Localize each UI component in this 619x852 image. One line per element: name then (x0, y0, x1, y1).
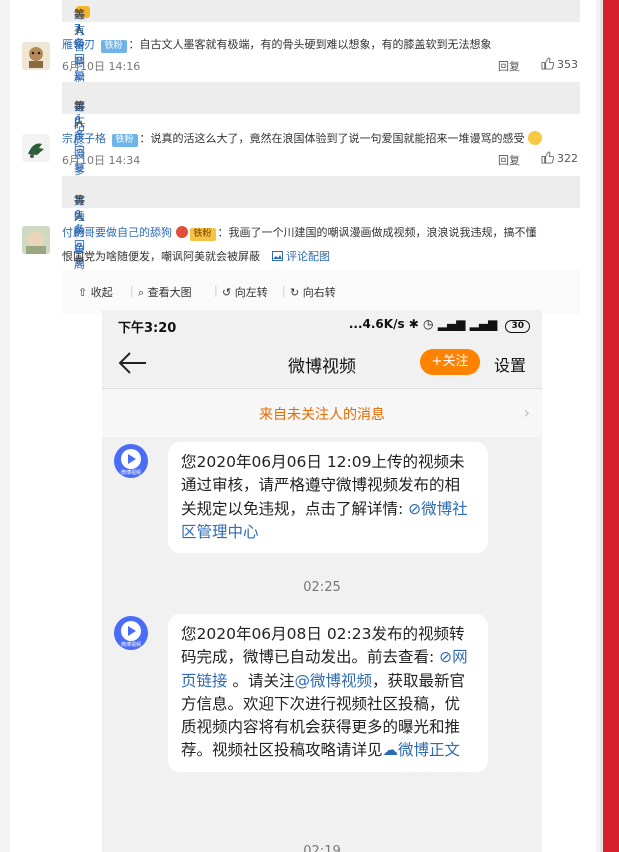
picture-link[interactable]: 评论配图 (271, 250, 330, 263)
status-bar: 下午3:20 ...4.6K/s ✱ ◷ ▂▄▆ ▂▄▆ 30 (102, 310, 542, 340)
thumb-up-icon (541, 57, 555, 70)
status-time: 下午3:20 (118, 321, 177, 336)
picture-link-label[interactable]: 评论配图 (286, 250, 330, 263)
reply-button[interactable]: 回复 (498, 58, 520, 74)
replies-summary[interactable]: 贪睡的鱼周 等人 共6条回复 (62, 176, 580, 271)
comment-author[interactable]: 宗户子格 (62, 132, 106, 145)
comment-text: ：说真的活这么大了，竟然在浪国体验到了说一句爱国就能招来一堆谩骂的感受 (139, 132, 525, 145)
tool-collapse-label: 收起 (90, 286, 113, 299)
comment-body: 付蔚哥要做自己的舔狗 铁粉 ：我画了一个川建国的嘲讽漫画做成视频，浪浪说我违规，搞… (62, 224, 537, 241)
battery-icon: 30 (505, 320, 530, 333)
message-text: 您2020年06月08日 02:23发布的视频转码完成，微博已自动发出。前去查看… (181, 625, 465, 667)
link-icon: ☁ (382, 741, 399, 760)
fan-badge: 铁粉 (111, 134, 138, 147)
toolbar-divider: | (282, 284, 286, 297)
mention-link[interactable]: @微博视频 (294, 672, 372, 690)
rotate-left-icon: ↺ (222, 286, 232, 299)
comment-text: 恨国党为啥随便发，嘲讽阿美就会被屏蔽 (62, 250, 260, 263)
toolbar-divider: | (130, 284, 134, 297)
message-bubble: 您2020年06月06日 12:09上传的视频未通过审核，请严格遵守微博视频发布… (168, 442, 488, 554)
stranger-notice-text: 来自未关注人的消息 (259, 407, 385, 423)
chevron-right-icon: › (523, 403, 530, 422)
comment-date: 6月10日 14:34 (62, 154, 141, 167)
comment-author[interactable]: 雁翎刃 (62, 38, 95, 51)
reply-button[interactable]: 回复 (498, 152, 520, 168)
fan-badge: 铁粉 (189, 228, 216, 241)
weibo-video-avatar[interactable]: 微博视频 (114, 616, 148, 650)
like-count: 322 (557, 152, 578, 165)
comment-date: 6月10日 14:16 (62, 60, 141, 73)
comment-body: 宗户子格 铁粉 ：说真的活这么大了，竟然在浪国体验到了说一句爱国就能招来一堆谩骂的… (62, 130, 543, 147)
weibo-video-avatar[interactable]: 微博视频 (114, 444, 148, 478)
fan-badge: 铁粉 (100, 40, 127, 53)
stranger-notice[interactable]: 来自未关注人的消息 › (102, 389, 542, 437)
magnifier-icon: ⌕ (138, 286, 145, 299)
link-icon: ⊘ (408, 499, 422, 518)
avatar-caption: 微博视频 (120, 470, 141, 476)
tool-rotate-right[interactable]: ↻ 向右转 (290, 284, 336, 300)
signal-icon: ▂▄▆ (469, 317, 498, 331)
follow-button[interactable]: +关注 (420, 349, 480, 375)
avatar-caption: 微博视频 (120, 642, 141, 648)
comment-author[interactable]: 付蔚哥要做自己的舔狗 (62, 226, 172, 239)
message-timestamp: 02:19 (303, 844, 341, 852)
tool-rotate-left-label: 向左转 (234, 286, 268, 299)
message-bubble: 您2020年06月08日 02:23发布的视频转码完成，微博已自动发出。前去查看… (168, 614, 488, 772)
tool-rotate-right-label: 向右转 (302, 286, 336, 299)
viewer-toolbar: ⇧ 收起 | ⌕ 查看大图 | ↺ 向左转 | ↻ 向右转 (62, 270, 580, 314)
play-icon (121, 621, 141, 641)
replies-summary[interactable]: 雷厂厂没爹妈 等人 共6条回复 (62, 82, 580, 193)
message-text: 。请关注 (227, 671, 295, 690)
toolbar-divider: | (214, 284, 218, 297)
tool-view-large[interactable]: ⌕ 查看大图 (138, 284, 192, 300)
image-icon (271, 251, 283, 261)
like-button[interactable]: 322 (541, 151, 578, 165)
smile-emoji-icon (528, 131, 543, 145)
phone-screenshot[interactable]: 下午3:20 ...4.6K/s ✱ ◷ ▂▄▆ ▂▄▆ 30 微博视频 +关注… (102, 310, 542, 852)
settings-button[interactable]: 设置 (494, 352, 526, 376)
message-link[interactable]: 微博正文 (398, 741, 460, 759)
avatar[interactable] (22, 226, 50, 254)
like-count: 353 (557, 58, 578, 71)
background-red-strip (600, 0, 619, 852)
comment-text: ：我画了一个川建国的嘲讽漫画做成视频，浪浪说我违规，搞不懂 (217, 226, 537, 239)
alarm-icon: ◷ (423, 317, 434, 331)
network-speed: ...4.6K/s (348, 317, 405, 331)
collapse-icon: ⇧ (78, 286, 88, 299)
rose-emoji-icon (175, 226, 188, 238)
link-icon: ⊘ (439, 648, 453, 667)
thumb-up-icon (541, 151, 555, 164)
signal-icon: ▂▄▆ (437, 317, 466, 331)
tool-collapse[interactable]: ⇧ 收起 (78, 284, 113, 300)
avatar[interactable] (22, 134, 50, 162)
comment-body-line2: 恨国党为啥随便发，嘲讽阿美就会被屏蔽 评论配图 (62, 248, 330, 264)
rotate-right-icon: ↻ (290, 286, 300, 299)
comment-text: ：自古文人墨客就有极端，有的骨头硬到难以想象，有的膝盖软到无法想象 (128, 38, 492, 51)
bluetooth-icon: ✱ (408, 317, 419, 331)
status-indicators: ...4.6K/s ✱ ◷ ▂▄▆ ▂▄▆ 30 (349, 317, 530, 333)
avatar[interactable] (22, 42, 50, 70)
comment-body: 雁翎刃 铁粉 ：自古文人墨客就有极端，有的骨头硬到难以想象，有的膝盖软到无法想象 (62, 36, 492, 53)
tool-view-large-label: 查看大图 (147, 286, 192, 299)
message-timestamp: 02:25 (303, 580, 341, 595)
like-button[interactable]: 353 (541, 57, 578, 71)
tool-rotate-left[interactable]: ↺ 向左转 (222, 284, 268, 300)
nav-bar: 微博视频 +关注 设置 (102, 340, 542, 389)
replies-summary[interactable]: 没有智慧树的小咕咚 等人 共7条回复 (62, 0, 580, 149)
play-icon (121, 449, 141, 469)
